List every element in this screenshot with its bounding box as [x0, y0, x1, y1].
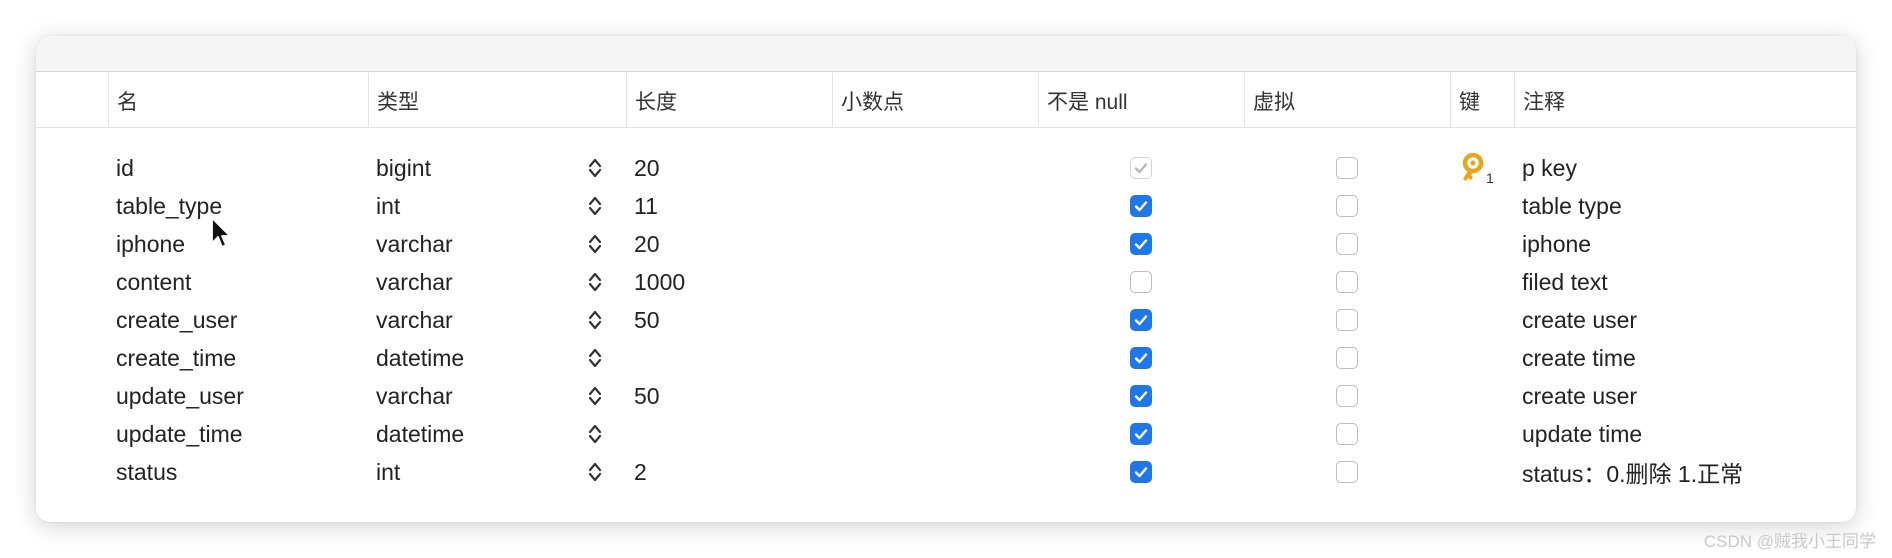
field-row[interactable]: table_type int 11 table type	[36, 187, 1856, 225]
svg-text:1: 1	[1486, 170, 1494, 185]
field-name[interactable]: update_user	[116, 377, 244, 415]
field-row[interactable]: content varchar 1000 filed text	[36, 263, 1856, 301]
field-type[interactable]: varchar	[376, 225, 453, 263]
field-name[interactable]: table_type	[116, 187, 222, 225]
field-length[interactable]: 20	[634, 225, 660, 263]
virtual-checkbox[interactable]	[1336, 157, 1358, 179]
field-row[interactable]: create_user varchar 50 create user	[36, 301, 1856, 339]
field-name[interactable]: iphone	[116, 225, 185, 263]
virtual-checkbox[interactable]	[1336, 385, 1358, 407]
field-type[interactable]: datetime	[376, 339, 464, 377]
type-stepper-icon[interactable]	[584, 301, 606, 339]
not-null-checkbox[interactable]	[1130, 423, 1152, 445]
not-null-checkbox[interactable]	[1130, 309, 1152, 331]
header-key[interactable]: 键	[1450, 73, 1514, 128]
virtual-checkbox[interactable]	[1336, 309, 1358, 331]
field-type[interactable]: int	[376, 453, 400, 491]
field-type[interactable]: datetime	[376, 415, 464, 453]
type-stepper-icon[interactable]	[584, 339, 606, 377]
field-comment[interactable]: create user	[1522, 301, 1637, 339]
not-null-checkbox[interactable]	[1130, 233, 1152, 255]
type-stepper-icon[interactable]	[584, 377, 606, 415]
column-header-row: 名 类型 长度 小数点 不是 null 虚拟 键 注释	[36, 73, 1856, 128]
field-type[interactable]: varchar	[376, 263, 453, 301]
type-stepper-icon[interactable]	[584, 149, 606, 187]
field-comment[interactable]: create time	[1522, 339, 1636, 377]
virtual-checkbox[interactable]	[1336, 233, 1358, 255]
header-not-null[interactable]: 不是 null	[1038, 73, 1244, 128]
virtual-checkbox[interactable]	[1336, 423, 1358, 445]
not-null-checkbox[interactable]	[1130, 347, 1152, 369]
virtual-checkbox[interactable]	[1336, 195, 1358, 217]
table-design-panel: 名 类型 长度 小数点 不是 null 虚拟 键 注释 id bigint 20 1 p…	[36, 36, 1856, 522]
field-name[interactable]: create_user	[116, 301, 237, 339]
virtual-checkbox[interactable]	[1336, 461, 1358, 483]
type-stepper-icon[interactable]	[584, 415, 606, 453]
virtual-checkbox[interactable]	[1336, 271, 1358, 293]
field-comment[interactable]: filed text	[1522, 263, 1608, 301]
field-type[interactable]: varchar	[376, 301, 453, 339]
type-stepper-icon[interactable]	[584, 453, 606, 491]
field-name[interactable]: create_time	[116, 339, 236, 377]
field-length[interactable]: 1000	[634, 263, 685, 301]
field-name[interactable]: id	[116, 149, 134, 187]
field-comment[interactable]: table type	[1522, 187, 1622, 225]
field-comment[interactable]: status：0.删除 1.正常	[1522, 453, 1743, 491]
field-row[interactable]: update_user varchar 50 create user	[36, 377, 1856, 415]
watermark: CSDN @贼我小王同学	[1703, 532, 1876, 551]
type-stepper-icon[interactable]	[584, 263, 606, 301]
type-stepper-icon[interactable]	[584, 187, 606, 225]
field-length[interactable]: 11	[634, 187, 658, 225]
field-name[interactable]: content	[116, 263, 191, 301]
field-comment[interactable]: create user	[1522, 377, 1637, 415]
field-length[interactable]: 20	[634, 149, 660, 187]
header-length[interactable]: 长度	[626, 73, 832, 128]
field-comment[interactable]: p key	[1522, 149, 1577, 187]
field-name[interactable]: status	[116, 453, 177, 491]
header-type[interactable]: 类型	[368, 73, 626, 128]
virtual-checkbox[interactable]	[1336, 347, 1358, 369]
not-null-checkbox[interactable]	[1130, 271, 1152, 293]
field-type[interactable]: varchar	[376, 377, 453, 415]
field-type[interactable]: int	[376, 187, 400, 225]
header-comment[interactable]: 注释	[1514, 73, 1856, 128]
not-null-checkbox[interactable]	[1130, 461, 1152, 483]
field-row[interactable]: update_time datetime update time	[36, 415, 1856, 453]
key-icon: 1	[1460, 152, 1496, 186]
field-length[interactable]: 50	[634, 301, 660, 339]
field-row[interactable]: status int 2 status：0.删除 1.正常	[36, 453, 1856, 491]
field-comment[interactable]: update time	[1522, 415, 1642, 453]
field-type[interactable]: bigint	[376, 149, 431, 187]
header-name[interactable]: 名	[108, 73, 368, 128]
not-null-checkbox[interactable]	[1130, 195, 1152, 217]
field-row[interactable]: create_time datetime create time	[36, 339, 1856, 377]
field-row[interactable]: id bigint 20 1 p key	[36, 149, 1856, 187]
header-virtual[interactable]: 虚拟	[1244, 73, 1450, 128]
field-row[interactable]: iphone varchar 20 iphone	[36, 225, 1856, 263]
field-length[interactable]: 2	[634, 453, 647, 491]
not-null-checkbox[interactable]	[1130, 157, 1152, 179]
toolbar-strip	[36, 36, 1856, 72]
not-null-checkbox[interactable]	[1130, 385, 1152, 407]
type-stepper-icon[interactable]	[584, 225, 606, 263]
field-comment[interactable]: iphone	[1522, 225, 1591, 263]
field-length[interactable]: 50	[634, 377, 660, 415]
header-decimal[interactable]: 小数点	[832, 73, 1038, 128]
field-name[interactable]: update_time	[116, 415, 243, 453]
